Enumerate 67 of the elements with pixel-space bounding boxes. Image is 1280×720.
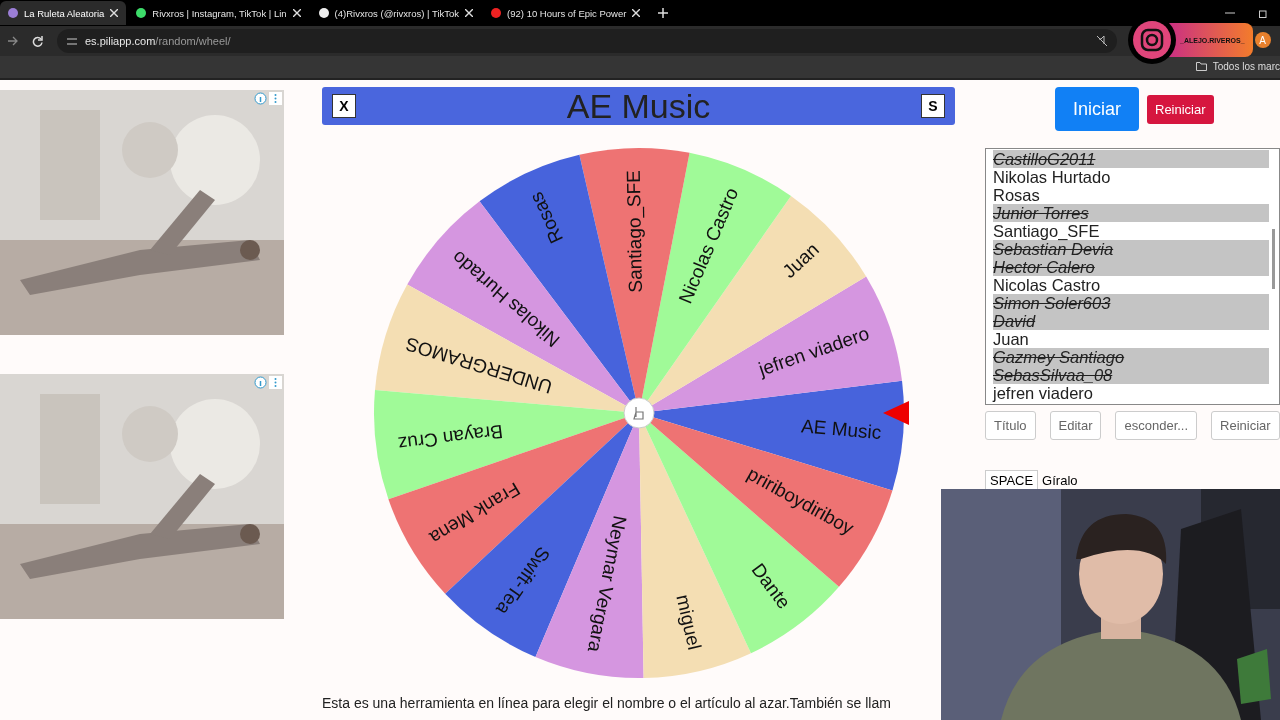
tab-title: (4)Rivxros (@rivxros) | TikTok: [334, 7, 460, 19]
close-icon[interactable]: [110, 9, 119, 17]
entry-item[interactable]: Simon Soler603: [993, 294, 1269, 312]
site-settings-icon[interactable]: [67, 36, 77, 46]
start-button[interactable]: Iniciar: [1055, 87, 1139, 131]
browser-tab[interactable]: Rivxros | Instagram, TikTok | Lin: [128, 1, 309, 25]
close-button[interactable]: X: [332, 94, 356, 118]
entry-item[interactable]: Hector Calero: [993, 258, 1269, 276]
reset-button[interactable]: Reiniciar: [1147, 94, 1214, 124]
close-icon[interactable]: [292, 9, 301, 17]
restore-icon[interactable]: [1259, 8, 1268, 18]
description-text: Esta es una herramienta en línea para elegir el nombre o el artículo al azar.También se llam: [322, 695, 891, 711]
entry-item[interactable]: David: [993, 312, 1269, 330]
tab-title: Rivxros | Instagram, TikTok | Lin: [152, 7, 287, 19]
more-icon[interactable]: [269, 376, 282, 389]
scrollbar-thumb[interactable]: [1272, 229, 1275, 289]
tab-title: La Ruleta Aleatoria: [24, 7, 105, 19]
entry-item[interactable]: Santiago_SFE: [993, 222, 1269, 240]
segment-label: jefren viadero: [755, 322, 872, 380]
entry-item[interactable]: Nikolas Hurtado: [993, 168, 1269, 186]
segment-label: AE Music: [799, 415, 882, 444]
forward-icon[interactable]: [8, 36, 18, 46]
more-icon[interactable]: [269, 92, 282, 105]
entry-item[interactable]: Juan: [993, 330, 1269, 348]
bookmarks-label[interactable]: Todos los marc: [1212, 60, 1280, 72]
sound-button[interactable]: S: [921, 94, 945, 118]
entry-item[interactable]: jefren viadero: [993, 384, 1269, 402]
close-icon[interactable]: [465, 9, 474, 17]
entry-item[interactable]: Gazmey Santiago: [993, 348, 1269, 366]
address-bar[interactable]: es.piliapp.com/random/wheel/: [57, 29, 1117, 53]
entry-item[interactable]: SebasSilvaa_08: [993, 366, 1269, 384]
wheel-title: AE Music: [566, 86, 711, 126]
segment-label: Santiago_SFE: [622, 169, 646, 293]
info-icon[interactable]: [254, 92, 267, 105]
muted-icon[interactable]: [1097, 36, 1107, 46]
new-tab-icon[interactable]: [658, 8, 669, 18]
segment-label: Rosas: [524, 188, 567, 247]
close-icon[interactable]: [632, 9, 641, 17]
list-button[interactable]: Editar: [1049, 411, 1102, 440]
browser-tab[interactable]: (92) 10 Hours of Epic Power: [483, 1, 649, 25]
entry-item[interactable]: Junior Torres: [993, 204, 1269, 222]
site-icon: [136, 8, 147, 18]
entry-item[interactable]: Nicolas Castro: [993, 276, 1269, 294]
entries-list[interactable]: CastilloG2011 Nikolas Hurtado Rosas Junior Torres Santiago_SFE Sebastian Devia Hector Calero Nicolas Castro Simon Soler603 David Juan Gazmey Santiago SebasSilvaa_08 jefren viadero: [985, 148, 1280, 405]
list-button[interactable]: esconder...: [1115, 411, 1198, 440]
browser-tab[interactable]: (4)Rivxros (@rivxros) | TikTok: [310, 1, 482, 25]
site-icon: [8, 8, 18, 18]
shortcut-label: Gíralo: [1042, 473, 1078, 488]
list-button[interactable]: Título: [985, 411, 1036, 440]
entry-item[interactable]: Sebastian Devia: [993, 240, 1269, 258]
wheel-hub[interactable]: [623, 397, 654, 429]
segment-label: Brayan Cruz: [396, 420, 504, 455]
segment-label: miguel: [671, 592, 705, 652]
site-icon: [318, 8, 329, 18]
reload-icon[interactable]: [32, 35, 43, 47]
pointer-icon: [882, 401, 909, 425]
tab-title: (92) 10 Hours of Epic Power: [507, 7, 627, 19]
entry-item[interactable]: CastilloG2011: [993, 150, 1269, 168]
info-icon[interactable]: [254, 376, 267, 389]
folder-icon: [1195, 61, 1207, 71]
url-text: es.piliapp.com/random/wheel/: [85, 35, 231, 47]
segment-label: Neymar Vergara: [583, 514, 631, 654]
entry-item[interactable]: Rosas: [993, 186, 1269, 204]
site-icon: [491, 8, 502, 18]
list-button[interactable]: Reiniciar: [1211, 411, 1280, 440]
browser-tab[interactable]: La Ruleta Aleatoria: [0, 1, 127, 25]
space-key: SPACE: [985, 470, 1039, 491]
